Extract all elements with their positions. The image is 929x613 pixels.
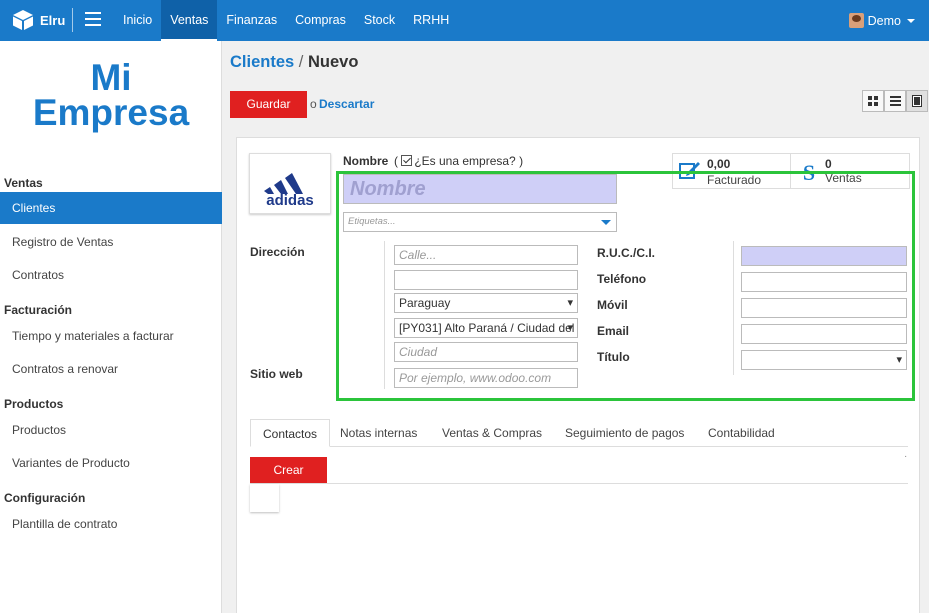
sidebar-item-productos[interactable]: Productos <box>0 414 222 446</box>
contacts-divider <box>250 483 908 484</box>
breadcrumb: Clientes / Nuevo <box>230 53 358 72</box>
sidebar: Mi Empresa Ventas Clientes Registro de V… <box>0 41 222 613</box>
save-button[interactable]: Guardar <box>230 91 307 118</box>
menu-compras[interactable]: Compras <box>286 0 355 41</box>
logo-line-1: Mi <box>90 57 132 98</box>
menu-inicio[interactable]: Inicio <box>114 0 161 41</box>
sidebar-item-contratos-renovar[interactable]: Contratos a renovar <box>0 353 222 385</box>
tab-dot: · <box>904 451 908 462</box>
is-company-checkbox[interactable] <box>401 155 413 166</box>
menu-ventas[interactable]: Ventas <box>161 0 218 41</box>
highlight-box <box>336 171 915 401</box>
chevron-down-icon <box>907 18 915 23</box>
kanban-view-icon[interactable] <box>862 90 884 112</box>
sidebar-item-clientes[interactable]: Clientes <box>0 192 222 224</box>
brand[interactable]: Elru <box>12 9 65 31</box>
partner-image[interactable]: adidas <box>249 153 331 214</box>
tab-seguimiento-pagos[interactable]: Seguimiento de pagos <box>553 419 696 447</box>
contact-card-placeholder[interactable] <box>250 484 279 512</box>
user-name: Demo <box>867 13 901 28</box>
tab-contactos[interactable]: Contactos <box>250 419 331 447</box>
sidebar-item-variantes[interactable]: Variantes de Producto <box>0 447 222 479</box>
company-logo: Mi Empresa <box>0 57 222 133</box>
navbar-divider <box>72 8 73 32</box>
user-menu[interactable]: Demo <box>848 13 915 28</box>
paren-open: ( <box>394 154 398 168</box>
name-label-text: Nombre <box>343 154 389 168</box>
breadcrumb-clientes[interactable]: Clientes <box>230 53 294 71</box>
menu-rrhh[interactable]: RRHH <box>404 0 458 41</box>
adidas-logo-text: adidas <box>266 192 314 209</box>
notebook-tabs: Contactos Notas internas Ventas & Compra… <box>250 419 908 447</box>
sidebar-item-registro-ventas[interactable]: Registro de Ventas <box>0 226 222 258</box>
menu-finanzas[interactable]: Finanzas <box>217 0 286 41</box>
sidebar-item-plantilla-contrato[interactable]: Plantilla de contrato <box>0 508 222 540</box>
avatar <box>848 13 864 28</box>
cube-logo-icon <box>13 10 33 30</box>
address-label: Dirección <box>250 245 305 259</box>
invoiced-value: 0,00 <box>707 157 731 171</box>
or-text: o <box>310 97 317 111</box>
main-menu: Inicio Ventas Finanzas Compras Stock RRH… <box>114 0 458 41</box>
discard-link[interactable]: Descartar <box>319 97 374 111</box>
create-contact-button[interactable]: Crear <box>250 457 327 483</box>
sidebar-section-productos: Productos <box>4 397 64 411</box>
is-company-label: ¿Es una empresa? <box>414 154 516 168</box>
tab-ventas-compras[interactable]: Ventas & Compras <box>430 419 554 447</box>
list-view-icon[interactable] <box>884 90 906 112</box>
sidebar-section-configuracion: Configuración <box>4 491 86 505</box>
breadcrumb-separator: / <box>298 53 304 71</box>
menu-stock[interactable]: Stock <box>355 0 404 41</box>
logo-line-2: Empresa <box>32 92 190 133</box>
sidebar-section-facturacion: Facturación <box>4 303 73 317</box>
tab-notas-internas[interactable]: Notas internas <box>328 419 429 447</box>
breadcrumb-current: Nuevo <box>307 53 359 71</box>
top-navbar: Elru Inicio Ventas Finanzas Compras Stoc… <box>0 0 929 41</box>
sidebar-item-tiempo-materiales[interactable]: Tiempo y materiales a facturar <box>0 320 222 352</box>
brand-name: Elru <box>40 12 66 28</box>
adidas-logo-icon: adidas <box>264 173 314 209</box>
is-company-field[interactable]: ( ¿Es una empresa? ) <box>394 154 523 168</box>
name-label: Nombre <box>343 154 388 168</box>
website-label: Sitio web <box>250 367 303 381</box>
sales-value: 0 <box>825 157 832 171</box>
paren-close: ) <box>519 154 524 168</box>
sidebar-item-contratos[interactable]: Contratos <box>0 259 222 291</box>
tab-contabilidad[interactable]: Contabilidad <box>696 419 787 447</box>
sidebar-section-ventas: Ventas <box>4 176 43 190</box>
view-switcher <box>862 90 928 112</box>
form-view-icon[interactable] <box>906 90 928 112</box>
hamburger-menu-icon[interactable] <box>85 12 101 28</box>
